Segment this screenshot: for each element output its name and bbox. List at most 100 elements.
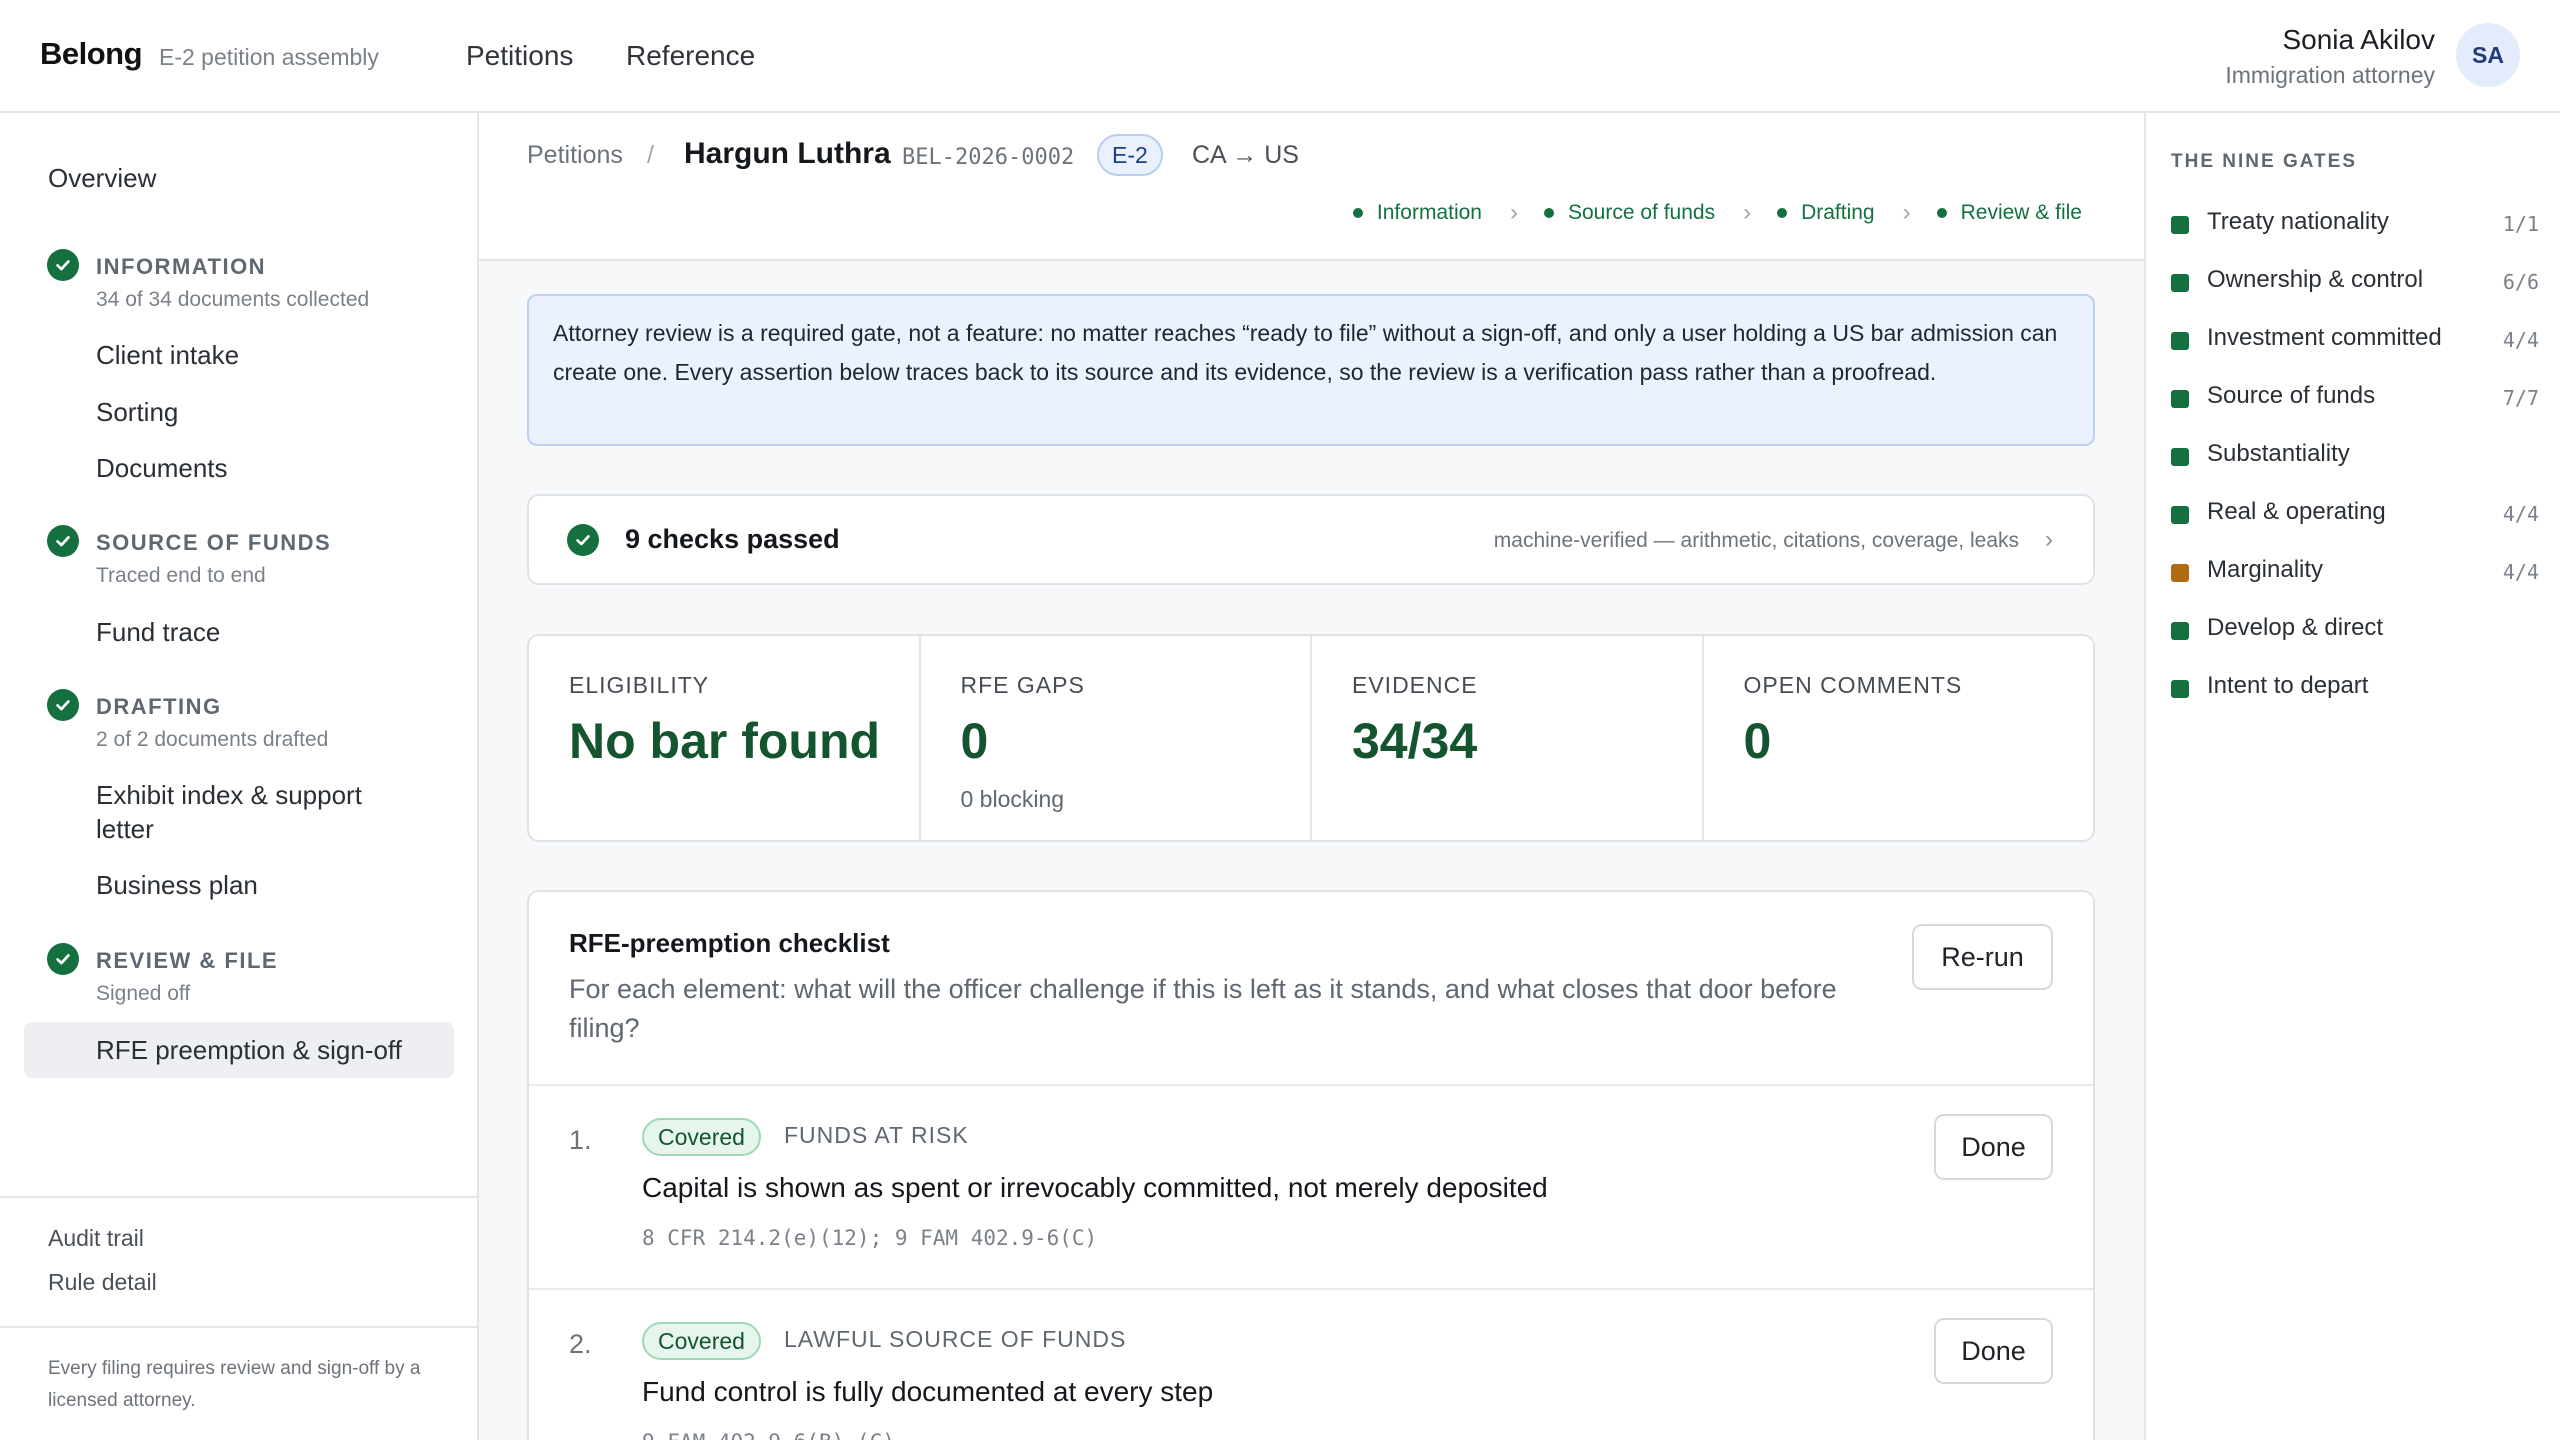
audit-trail-link[interactable]: Audit trail bbox=[48, 1225, 144, 1252]
checklist-description: For each element: what will the officer … bbox=[569, 974, 1837, 1043]
step-information[interactable]: Information bbox=[1352, 201, 1482, 225]
gate-item[interactable]: Develop & direct bbox=[2171, 612, 2539, 648]
sidebar-item-business-plan[interactable]: Business plan bbox=[96, 868, 426, 902]
gate-count: 6/6 bbox=[2502, 270, 2539, 294]
status-square-icon bbox=[2171, 506, 2189, 524]
stat-open-comments: OPEN COMMENTS 0 bbox=[1704, 636, 2094, 840]
status-square-icon bbox=[2171, 332, 2189, 350]
gate-item[interactable]: Investment committed 4/4 bbox=[2171, 322, 2539, 358]
breadcrumb-petitions[interactable]: Petitions bbox=[527, 141, 623, 170]
stat-eligibility: ELIGIBILITY No bar found bbox=[529, 636, 921, 840]
stat-value: 34/34 bbox=[1352, 713, 1478, 769]
gate-item[interactable]: Marginality 4/4 bbox=[2171, 554, 2539, 590]
rule-detail-link[interactable]: Rule detail bbox=[48, 1269, 157, 1296]
petition-header: Petitions / Hargun Luthra BEL-2026-0002 … bbox=[479, 113, 2144, 261]
sidebar-section-drafting[interactable]: DRAFTING bbox=[96, 694, 222, 720]
gate-count: 4/4 bbox=[2502, 560, 2539, 584]
attorney-review-callout: Attorney review is a required gate, not … bbox=[527, 294, 2095, 446]
app-subtitle: E-2 petition assembly bbox=[159, 44, 379, 70]
nav-petitions[interactable]: Petitions bbox=[466, 40, 573, 72]
sidebar-item-documents[interactable]: Documents bbox=[96, 451, 426, 485]
gate-label: Intent to depart bbox=[2207, 672, 2369, 699]
check-icon bbox=[567, 524, 599, 556]
breadcrumb-separator: / bbox=[647, 141, 654, 169]
stat-evidence: EVIDENCE 34/34 bbox=[1312, 636, 1704, 840]
step-label: Source of funds bbox=[1567, 201, 1716, 224]
sidebar-section-meta: 34 of 34 documents collected bbox=[96, 288, 370, 311]
status-dot-icon bbox=[1936, 208, 1947, 218]
checks-title: 9 checks passed bbox=[625, 524, 840, 554]
stat-label: OPEN COMMENTS bbox=[1743, 672, 1963, 698]
checklist-title: RFE-preemption checklist bbox=[569, 928, 890, 958]
gate-item[interactable]: Source of funds 7/7 bbox=[2171, 380, 2539, 416]
avatar[interactable]: SA bbox=[2456, 23, 2520, 87]
gate-label: Investment committed bbox=[2207, 324, 2442, 351]
sidebar-item-exhibit-index[interactable]: Exhibit index & support letter bbox=[96, 778, 426, 846]
main-content: Petitions / Hargun Luthra BEL-2026-0002 … bbox=[479, 113, 2144, 1440]
step-label: Drafting bbox=[1801, 201, 1875, 224]
done-button[interactable]: Done bbox=[1934, 1318, 2053, 1384]
status-dot-icon bbox=[1777, 208, 1788, 218]
sidebar-item-rfe-preemption[interactable]: RFE preemption & sign-off bbox=[96, 1033, 426, 1067]
stat-rfe-gaps: RFE GAPS 0 0 blocking bbox=[921, 636, 1312, 840]
item-citation: 9 FAM 402.9-6(B)-(C) bbox=[642, 1430, 895, 1440]
stat-value: 0 bbox=[960, 713, 989, 769]
brand-logo[interactable]: Belong bbox=[40, 36, 143, 72]
stat-sub: 0 blocking bbox=[960, 786, 1065, 812]
sidebar-item-overview[interactable]: Overview bbox=[48, 163, 156, 194]
checks-summary[interactable]: 9 checks passed machine-verified — arith… bbox=[527, 494, 2095, 585]
status-square-icon bbox=[2171, 390, 2189, 408]
status-square-icon bbox=[2171, 622, 2189, 640]
gate-item[interactable]: Treaty nationality 1/1 bbox=[2171, 206, 2539, 242]
gate-label: Marginality bbox=[2207, 556, 2324, 583]
check-icon bbox=[47, 249, 79, 281]
status-badge: Covered bbox=[642, 1322, 761, 1360]
user-name: Sonia Akilov bbox=[2282, 24, 2435, 55]
step-review-file[interactable]: Review & file bbox=[1936, 201, 2082, 225]
status-square-icon bbox=[2171, 680, 2189, 698]
divider bbox=[0, 1196, 477, 1198]
gate-item[interactable]: Real & operating 4/4 bbox=[2171, 496, 2539, 532]
chevron-right-icon: › bbox=[1509, 199, 1518, 226]
gate-item[interactable]: Intent to depart bbox=[2171, 670, 2539, 706]
user-role: Immigration attorney bbox=[2225, 62, 2435, 88]
chevron-right-icon: › bbox=[2045, 526, 2053, 553]
checks-meta: machine-verified — arithmetic, citations… bbox=[1493, 529, 2019, 552]
divider bbox=[529, 1084, 2093, 1086]
step-source-of-funds[interactable]: Source of funds bbox=[1543, 201, 1716, 225]
rerun-button[interactable]: Re-run bbox=[1912, 924, 2053, 990]
done-button[interactable]: Done bbox=[1934, 1114, 2053, 1180]
status-dot-icon bbox=[1352, 208, 1363, 218]
sidebar-section-source-of-funds[interactable]: SOURCE OF FUNDS bbox=[96, 530, 331, 556]
check-icon bbox=[47, 689, 79, 721]
sidebar-section-review-file[interactable]: REVIEW & FILE bbox=[96, 948, 278, 974]
nine-gates-panel: THE NINE GATES Treaty nationality 1/1 Owne… bbox=[2144, 113, 2560, 1440]
gate-item[interactable]: Ownership & control 6/6 bbox=[2171, 264, 2539, 300]
stat-label: EVIDENCE bbox=[1352, 672, 1478, 698]
sidebar-item-sorting[interactable]: Sorting bbox=[96, 395, 426, 429]
gate-label: Ownership & control bbox=[2207, 266, 2424, 293]
item-number: 2. bbox=[569, 1329, 592, 1359]
status-dot-icon bbox=[1543, 208, 1554, 218]
sidebar-item-fund-trace[interactable]: Fund trace bbox=[96, 615, 426, 649]
gate-label: Substantiality bbox=[2207, 440, 2350, 467]
gate-label: Source of funds bbox=[2207, 382, 2376, 409]
sidebar-item-client-intake[interactable]: Client intake bbox=[96, 338, 426, 372]
gate-count: 4/4 bbox=[2502, 502, 2539, 526]
gate-item[interactable]: Substantiality bbox=[2171, 438, 2539, 474]
top-bar: Belong E-2 petition assembly Petitions R… bbox=[0, 0, 2560, 113]
sidebar: Overview INFORMATION 34 of 34 documents … bbox=[0, 113, 479, 1440]
nav-reference[interactable]: Reference bbox=[626, 40, 755, 72]
rfe-checklist: RFE-preemption checklist For each elemen… bbox=[527, 890, 2095, 1440]
step-drafting[interactable]: Drafting bbox=[1777, 201, 1875, 225]
status-square-icon bbox=[2171, 448, 2189, 466]
stat-value: No bar found bbox=[569, 713, 881, 769]
stats-panel: ELIGIBILITY No bar found RFE GAPS 0 0 bl… bbox=[527, 634, 2095, 842]
gate-label: Develop & direct bbox=[2207, 614, 2384, 641]
stat-label: RFE GAPS bbox=[960, 672, 1085, 698]
chevron-right-icon: › bbox=[1743, 199, 1752, 226]
sidebar-section-meta: 2 of 2 documents drafted bbox=[96, 728, 329, 751]
step-label: Review & file bbox=[1960, 201, 2082, 224]
check-icon bbox=[47, 525, 79, 557]
sidebar-section-information[interactable]: INFORMATION bbox=[96, 254, 266, 280]
